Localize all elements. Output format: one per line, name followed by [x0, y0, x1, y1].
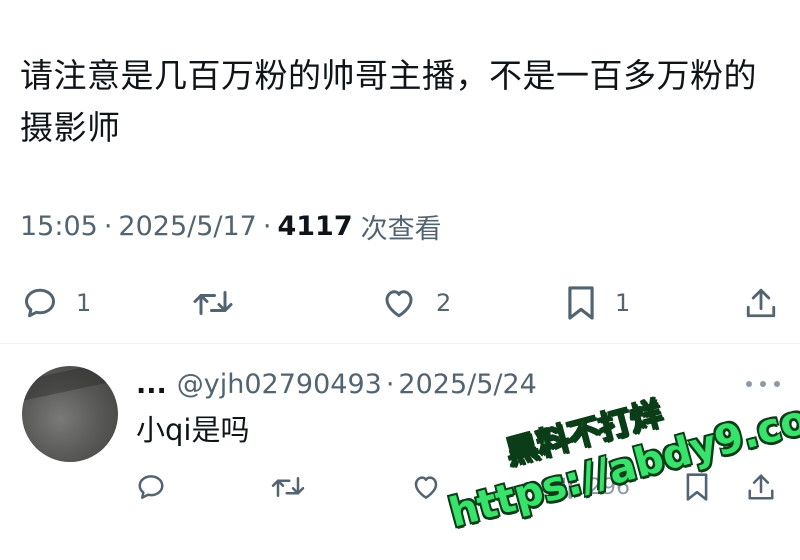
bookmark-count: 1 — [615, 289, 631, 317]
reply-separator: · — [385, 368, 395, 400]
share-button[interactable] — [744, 278, 778, 328]
reply-author-handle[interactable]: @yjh02790493 — [177, 369, 382, 400]
reply-like-button[interactable] — [410, 464, 442, 510]
reply-date[interactable]: 2025/5/24 — [398, 369, 536, 400]
views-count: 4117 — [277, 210, 353, 242]
retweet-icon — [193, 291, 233, 315]
retweet-button[interactable] — [192, 278, 252, 328]
reply-share-button[interactable] — [746, 464, 776, 510]
reply-text: 小qi是吗 — [136, 413, 250, 447]
bookmark-icon — [686, 473, 708, 501]
reply-button[interactable]: 1 — [22, 278, 91, 328]
reply-icon — [25, 288, 55, 318]
reply-views-count: 296 — [588, 474, 630, 500]
avatar[interactable] — [22, 366, 118, 462]
reply-count: 1 — [76, 289, 92, 317]
tweet-actions: 1 2 1 — [0, 278, 800, 328]
like-button[interactable]: 2 — [380, 278, 451, 328]
more-dot — [774, 381, 780, 387]
like-icon — [414, 476, 438, 499]
reply-author-name[interactable]: ... — [136, 369, 167, 400]
more-icon[interactable] — [746, 374, 780, 394]
bookmark-button[interactable]: 1 — [565, 278, 630, 328]
meta-separator: · — [262, 210, 272, 242]
reply-reply-button[interactable] — [136, 464, 166, 510]
views-label: 次查看 — [360, 213, 442, 245]
bookmark-icon — [568, 286, 594, 320]
views-icon — [554, 477, 572, 499]
reply-actions: 296 — [0, 464, 800, 510]
like-icon — [385, 290, 413, 318]
like-count: 2 — [436, 289, 452, 317]
retweet-icon — [271, 477, 305, 497]
tweet-time: 15:05 — [20, 210, 98, 242]
reply-tweet[interactable]: ... @yjh02790493 · 2025/5/24 小qi是吗 296 — [0, 344, 800, 545]
reply-bookmark-button[interactable] — [684, 464, 710, 510]
reply-header: ... @yjh02790493 · 2025/5/24 — [136, 364, 537, 404]
reply-icon — [138, 475, 164, 499]
tweet-date: 2025/5/17 — [118, 210, 257, 242]
meta-separator: · — [103, 210, 113, 242]
more-dot — [746, 381, 752, 387]
reply-retweet-button[interactable] — [270, 464, 306, 510]
share-icon — [748, 474, 774, 500]
share-icon — [746, 288, 776, 318]
more-dot — [760, 381, 766, 387]
reply-views-button[interactable]: 296 — [552, 464, 630, 510]
tweet-text: 请注意是几百万粉的帅哥主播，不是一百多万粉的摄影师 — [20, 56, 757, 147]
tweet-meta: 15:05 · 2025/5/17 · 4117 次查看 — [20, 206, 442, 246]
